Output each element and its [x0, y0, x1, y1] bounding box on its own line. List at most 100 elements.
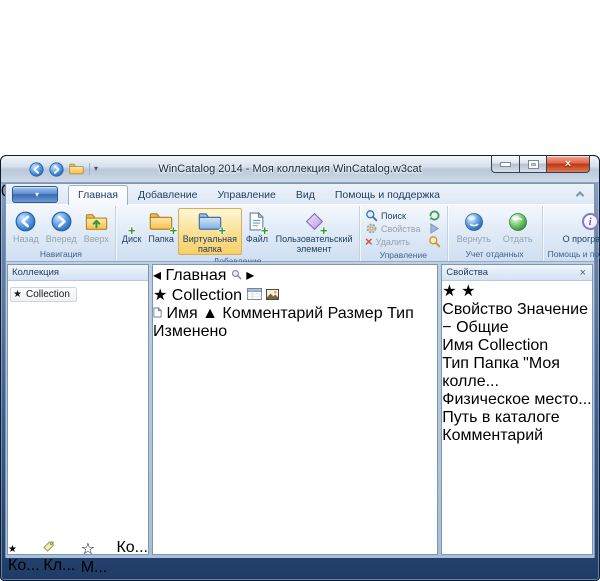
app-menu-caret-icon: ▾ — [35, 191, 39, 199]
delete-x-icon: × — [365, 236, 373, 248]
collapse-icon[interactable]: − — [442, 319, 451, 336]
panel-close-button[interactable]: × — [578, 268, 588, 278]
back-button[interactable]: Назад — [10, 208, 42, 248]
add-custom-item-button[interactable]: + Пользовательский элемент — [272, 208, 356, 255]
up-button[interactable]: Вверх — [81, 208, 112, 248]
property-row-comment[interactable]: Комментарий — [442, 427, 592, 445]
group-label-help: Помощь и поддержка — [544, 248, 600, 261]
minimize-button[interactable] — [491, 155, 520, 173]
tab-scroll-right-button[interactable]: ▸ — [246, 267, 254, 284]
ribbon-group-help: i О программе Помощь и поддержка — [543, 206, 600, 261]
main-area: Коллекция ★ Collection ★ Ко... Кл... — [6, 262, 594, 558]
tab-dobavlenie[interactable]: Добавление — [128, 185, 208, 204]
property-row-name[interactable]: Имя Collection — [442, 337, 592, 355]
document-tab-search[interactable] — [231, 267, 246, 284]
collection-star-icon: ★ — [13, 289, 22, 300]
column-name[interactable]: Имя ▲ — [166, 305, 222, 322]
qat-forward-button[interactable] — [48, 161, 65, 178]
property-group-general[interactable]: − Общие — [442, 319, 592, 337]
search-button[interactable]: Поиск — [363, 209, 423, 222]
close-button[interactable]: × — [547, 155, 590, 173]
left-tab-contacts[interactable]: Ко... — [116, 539, 148, 554]
tab-scroll-left-button[interactable]: ◂ — [153, 267, 161, 284]
client-area: ▾ Главная Добавление Управление Вид Помо… — [5, 183, 595, 558]
return-button[interactable]: Вернуть — [454, 208, 494, 248]
ribbon-group-add: + Диск + Папка + Виртуальная папка + Фай… — [116, 206, 360, 261]
left-tab-keywords[interactable]: Кл... — [43, 539, 80, 554]
title-bar[interactable]: ▾ WinCatalog 2014 - Моя коллекция WinCat… — [1, 156, 599, 183]
property-column-header[interactable]: Свойство — [442, 301, 512, 318]
value-column-header[interactable]: Значение — [517, 301, 588, 318]
chevron-up-icon — [576, 191, 584, 199]
column-type[interactable]: Тип — [387, 305, 414, 322]
ribbon: Назад Вперед Вверх Навигация + — [6, 204, 594, 262]
tab-pomosh[interactable]: Помощь и поддержка — [325, 185, 450, 204]
group-label-lending: Учет отданных — [449, 248, 541, 261]
search-tab-icon — [231, 269, 242, 280]
left-tab-marks[interactable]: ☆ М... — [81, 539, 117, 554]
document-tab-main[interactable]: Главная — [165, 267, 226, 284]
column-icon[interactable] — [153, 305, 166, 322]
column-size[interactable]: Размер — [328, 305, 383, 322]
maximize-button[interactable] — [520, 155, 547, 173]
qat-customize-button[interactable]: ▾ — [94, 165, 98, 173]
preview-star-small-icon: ★ — [461, 283, 475, 300]
qat-up-button[interactable] — [68, 161, 85, 178]
details-view-button[interactable] — [247, 287, 266, 304]
collection-tree[interactable]: ★ Collection — [8, 281, 148, 539]
info-icon: i — [582, 210, 599, 233]
ribbon-group-manage: Поиск Свойства × Удалить — [360, 206, 448, 261]
forward-circle-icon — [51, 210, 72, 233]
property-row-catalog-path[interactable]: Путь в каталоге — [442, 409, 592, 427]
tab-upravlenie[interactable]: Управление — [207, 185, 285, 204]
column-headers: Имя ▲ Комментарий Размер Тип Изменено — [153, 305, 437, 341]
qat-back-button[interactable] — [28, 161, 45, 178]
file-add-icon: + — [249, 210, 264, 233]
maximize-icon — [529, 161, 538, 168]
details-view-icon — [247, 288, 262, 300]
folder-add-icon: + — [149, 210, 173, 233]
address-star-icon: ★ — [153, 287, 167, 304]
left-tab-collection[interactable]: ★ Ко... — [8, 539, 43, 554]
window-title: WinCatalog 2014 - Моя коллекция WinCatal… — [91, 163, 489, 175]
collection-panel: Коллекция ★ Collection ★ Ко... Кл... — [7, 264, 149, 555]
refresh-small-icon — [428, 209, 441, 222]
give-out-sphere-icon — [508, 210, 528, 233]
tab-vid[interactable]: Вид — [286, 185, 325, 204]
property-row-physical-location[interactable]: Физическое место... — [442, 391, 592, 409]
property-row-type[interactable]: Тип Папка "Моя колле... — [442, 355, 592, 391]
forward-button[interactable]: Вперед — [43, 208, 80, 248]
column-modified[interactable]: Изменено — [153, 323, 227, 340]
back-circle-icon — [15, 210, 36, 233]
thumbnails-view-button[interactable] — [266, 287, 279, 304]
go-to-button[interactable] — [427, 222, 442, 235]
minimize-ribbon-button[interactable] — [573, 188, 587, 199]
collection-tab-icon: ★ — [8, 544, 17, 555]
column-comment[interactable]: Комментарий — [222, 305, 323, 322]
address-field[interactable]: ★ Collection — [153, 287, 247, 304]
add-folder-button[interactable]: + Папка — [145, 208, 177, 255]
qat-separator — [89, 163, 90, 175]
tab-glavnaya[interactable]: Главная — [68, 185, 128, 205]
properties-table-header: Свойство Значение — [442, 301, 592, 319]
group-label-manage: Управление — [361, 249, 446, 261]
ribbon-group-navigation: Назад Вперед Вверх Навигация — [7, 206, 116, 261]
left-panel-tabs: ★ Ко... Кл... ☆ М... Ко... — [8, 539, 148, 554]
tree-item-collection[interactable]: ★ Collection — [10, 287, 77, 302]
preview-star-icon: ★ — [442, 283, 456, 300]
collection-panel-header: Коллекция — [8, 265, 148, 281]
star-outline-icon: ☆ — [81, 541, 95, 558]
application-menu-button[interactable]: ▾ — [12, 186, 58, 203]
give-out-button[interactable]: Отдать — [500, 208, 536, 248]
folder-up-icon — [85, 210, 108, 233]
add-file-button[interactable]: + Файл — [243, 208, 271, 255]
about-button[interactable]: i О программе — [559, 208, 600, 248]
add-virtual-folder-button[interactable]: + Виртуальная папка — [178, 208, 242, 255]
add-disk-button[interactable]: + Диск — [119, 208, 145, 255]
properties-panel: Свойства × ★ ★ Свойство Значение − Общие… — [441, 264, 593, 555]
find-next-button[interactable] — [427, 235, 442, 248]
app-icon — [8, 161, 25, 178]
quick-access-toolbar: ▾ — [1, 161, 98, 178]
delete-button[interactable]: × Удалить — [363, 235, 423, 248]
update-catalog-button[interactable] — [427, 209, 442, 222]
